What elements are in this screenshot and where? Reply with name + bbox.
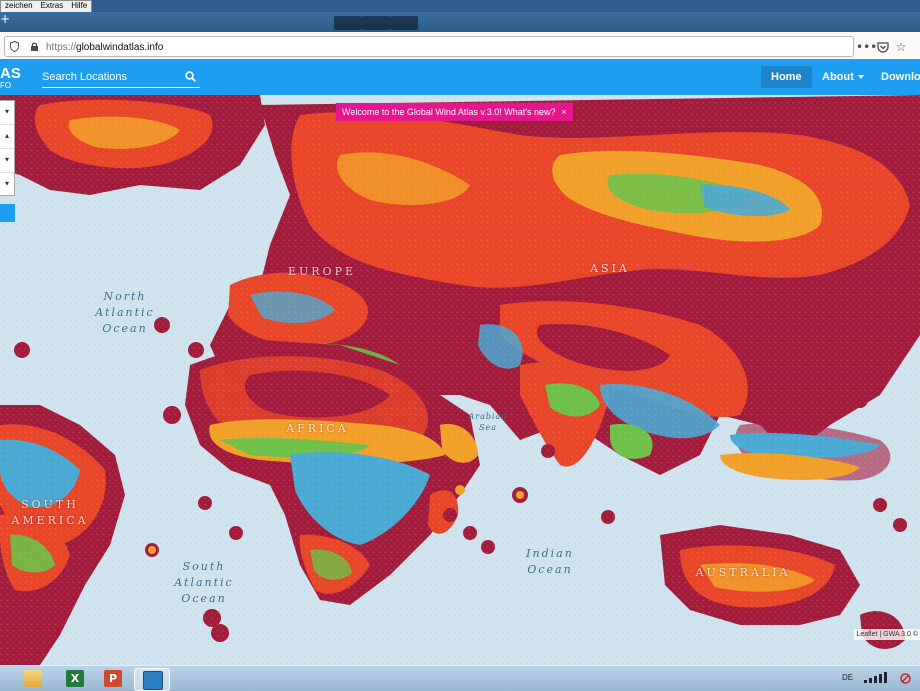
- nav-about[interactable]: About: [812, 66, 874, 88]
- powerpoint-icon: P: [104, 670, 122, 687]
- logo-subtext[interactable]: FO: [0, 81, 11, 90]
- remote-desktop-icon: [143, 671, 163, 690]
- new-tab-icon[interactable]: +: [0, 13, 10, 25]
- search-input[interactable]: [42, 67, 182, 87]
- nav-home[interactable]: Home: [761, 66, 812, 88]
- window-control[interactable]: [362, 16, 390, 30]
- os-taskbar: X P DE: [0, 665, 920, 691]
- no-entry-icon[interactable]: [900, 673, 911, 684]
- taskbar-excel[interactable]: X: [58, 668, 92, 689]
- os-menubar: [0, 0, 920, 12]
- search-icon[interactable]: [185, 71, 196, 82]
- chevron-down-icon: [857, 75, 864, 80]
- map-label-europe: EUROPE: [287, 265, 357, 278]
- pocket-icon[interactable]: [876, 40, 890, 54]
- map-label-indian-ocean: Indian Ocean: [526, 547, 574, 576]
- map-label-australia: AUSTRALIA: [695, 566, 791, 579]
- search-box: [42, 67, 200, 88]
- map-label-asia: ASIA: [590, 262, 630, 275]
- map-label-north-atlantic: North Atlantic Ocean: [95, 290, 155, 335]
- taskbar-powerpoint[interactable]: P: [96, 668, 130, 689]
- map-label-south-atlantic: South Atlantic Ocean: [174, 560, 234, 605]
- map-label-africa: AFRICA: [286, 422, 349, 435]
- more-actions-icon[interactable]: •••: [856, 40, 877, 54]
- lock-icon[interactable]: [30, 42, 39, 51]
- tray-language[interactable]: DE: [842, 673, 853, 682]
- browser-navbar: https://globalwindatlas.info ••• ☆: [0, 32, 920, 60]
- layer-button[interactable]: [0, 204, 15, 222]
- app-header: AS FO Home About Downlo: [0, 59, 920, 95]
- welcome-banner[interactable]: Welcome to the Global Wind Atlas v.3.0! …: [336, 103, 573, 121]
- control-dropdown-2[interactable]: ▴: [0, 125, 14, 149]
- control-dropdown-4[interactable]: ▾: [0, 173, 14, 197]
- welcome-banner-text[interactable]: Welcome to the Global Wind Atlas v.3.0! …: [342, 107, 555, 117]
- map-attribution[interactable]: Leaflet | GWA 3.0 ©: [854, 629, 920, 640]
- wind-map[interactable]: North Atlantic Ocean EUROPE ASIA AFRICA Ar…: [0, 95, 920, 665]
- close-icon[interactable]: ×: [561, 103, 566, 121]
- excel-icon: X: [66, 670, 84, 687]
- control-dropdown-1[interactable]: ▾: [0, 101, 14, 125]
- window-control[interactable]: [390, 16, 418, 30]
- browser-tabstrip: [0, 12, 920, 32]
- nav-download[interactable]: Downlo: [871, 66, 920, 88]
- map-label-arabian-sea: Arabian Sea: [468, 412, 508, 432]
- taskbar-remote-desktop[interactable]: [134, 668, 170, 691]
- bookmark-star-icon[interactable]: ☆: [894, 40, 908, 54]
- shield-icon[interactable]: [10, 41, 19, 52]
- map-label-south-america: SOUTH AMERICA: [11, 498, 89, 527]
- control-dropdown-3[interactable]: ▾: [0, 149, 14, 173]
- url-text[interactable]: https://globalwindatlas.info: [46, 42, 163, 53]
- taskbar-explorer[interactable]: [16, 668, 50, 689]
- file-explorer-icon: [24, 670, 42, 687]
- signal-icon[interactable]: [862, 672, 890, 684]
- logo-text[interactable]: AS: [0, 65, 21, 82]
- window-control[interactable]: [334, 16, 362, 30]
- map-controls: ▾ ▴ ▾ ▾: [0, 100, 15, 197]
